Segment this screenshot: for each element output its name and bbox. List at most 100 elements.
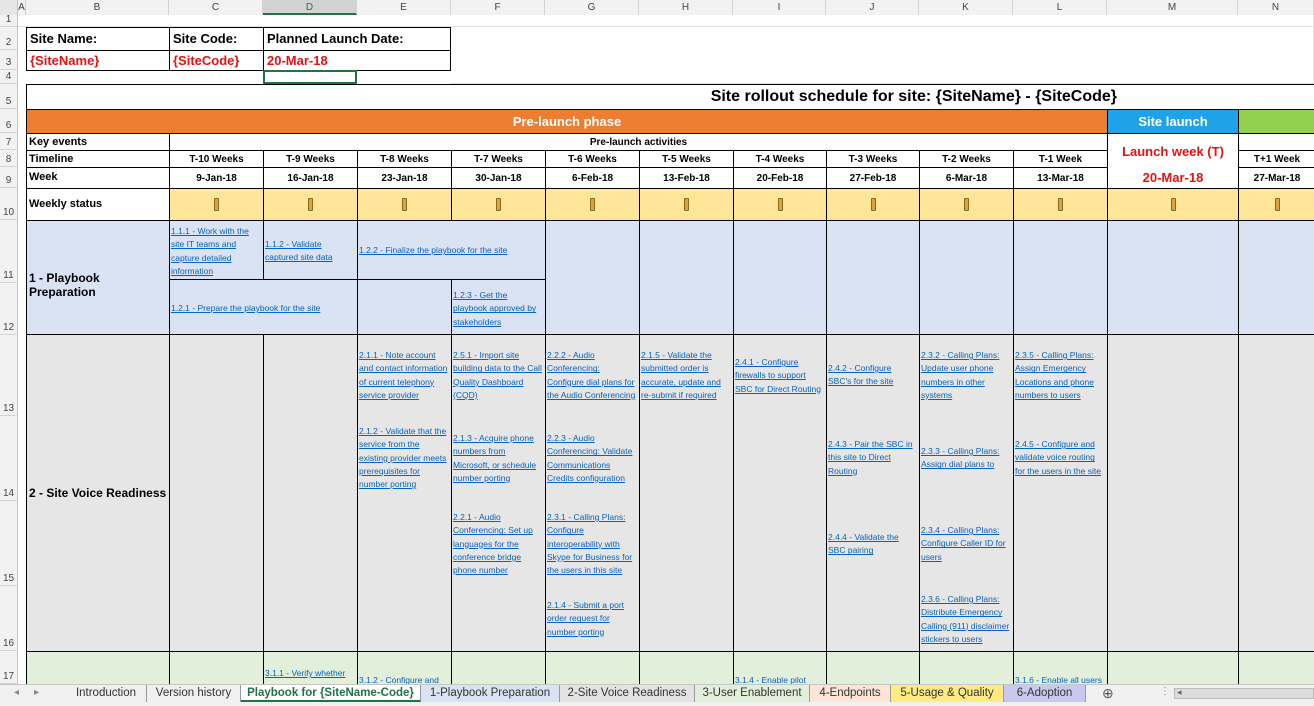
launch-date-value[interactable]: 20-Mar-18: [263, 50, 451, 71]
task-1-1-2-link[interactable]: 1.1.2 - Validate captured site data: [264, 238, 356, 268]
status-cell[interactable]: [826, 188, 920, 221]
task-2-1-1-link[interactable]: 2.1.1 - Note account and contact informa…: [358, 349, 450, 405]
column-header-n[interactable]: N: [1238, 0, 1314, 15]
task-3-1-6-link[interactable]: 3.1.6 - Enable all users: [1014, 674, 1106, 684]
column-header-l[interactable]: L: [1013, 0, 1107, 15]
week-date: 27-Feb-18: [826, 167, 920, 189]
task-1-2-2-link[interactable]: 1.2.2 - Finalize the playbook for the si…: [358, 244, 544, 260]
task-1-1-1-link[interactable]: 1.1.1 - Work with the site IT teams and …: [170, 225, 262, 279]
tab-endpoints[interactable]: 4-Endpoints: [810, 685, 891, 702]
task-2-3-6-link[interactable]: 2.3.6 - Calling Plans: Distribute Emerge…: [920, 593, 1012, 649]
status-cell[interactable]: [451, 188, 546, 221]
task-2-4-1-link[interactable]: 2.4.1 - Configure firewalls to support S…: [734, 356, 825, 400]
divider: [1107, 651, 1108, 685]
column-header-f[interactable]: F: [451, 0, 545, 15]
select-all-corner[interactable]: [0, 0, 18, 15]
status-cell[interactable]: [639, 188, 734, 221]
tab-version-history[interactable]: Version history: [147, 685, 241, 702]
status-cell[interactable]: [357, 188, 452, 221]
column-header-g[interactable]: G: [545, 0, 639, 15]
task-2-4-5-link[interactable]: 2.4.5 - Configure and validate voice rou…: [1014, 438, 1106, 482]
row-header-4[interactable]: 4: [0, 70, 18, 84]
tab-site-voice-readiness[interactable]: 2-Site Voice Readiness: [560, 685, 695, 702]
row-header-13[interactable]: 13: [0, 335, 18, 416]
row-header-9[interactable]: 9: [0, 167, 18, 188]
task-2-3-3-link[interactable]: 2.3.3 - Calling Plans: Assign dial plans…: [920, 445, 1012, 475]
status-cell[interactable]: [733, 188, 827, 221]
task-2-4-4-link[interactable]: 2.4.4 - Validate the SBC pairing: [827, 531, 918, 561]
tab-adoption[interactable]: 6-Adoption: [1004, 685, 1086, 702]
active-cell-d4[interactable]: [263, 70, 357, 84]
row-header-11[interactable]: 11: [0, 220, 18, 283]
column-header-i[interactable]: I: [733, 0, 826, 15]
row-header-7[interactable]: 7: [0, 133, 18, 150]
launch-week-cell: Launch week (T) 20-Mar-18: [1107, 133, 1239, 189]
divider: [1238, 651, 1239, 685]
task-2-2-2-link[interactable]: 2.2.2 - Audio Conferencing: Configure di…: [546, 349, 638, 405]
column-header-b[interactable]: B: [26, 0, 169, 15]
task-2-3-1-link[interactable]: 2.3.1 - Calling Plans: Configure interop…: [546, 511, 638, 581]
tab-scroll-left-icon[interactable]: ◂: [14, 687, 19, 698]
status-cell[interactable]: [1013, 188, 1108, 221]
task-2-3-5-link[interactable]: 2.3.5 - Calling Plans: Assign Emergency …: [1014, 349, 1106, 405]
task-2-1-4-link[interactable]: 2.1.4 - Submit a port order request for …: [546, 599, 638, 643]
row-header-1[interactable]: 1: [0, 14, 18, 27]
horizontal-scrollbar[interactable]: ◂: [1174, 687, 1314, 699]
site-name-label: Site Name:: [26, 27, 170, 51]
task-1-2-1-link[interactable]: 1.2.1 - Prepare the playbook for the sit…: [170, 302, 356, 318]
row-header-15[interactable]: 15: [0, 501, 18, 586]
task-2-1-5-link[interactable]: 2.1.5 - Validate the submitted order is …: [640, 349, 732, 405]
task-3-1-1-link[interactable]: 3.1.1 - Verify whether: [264, 667, 356, 683]
tab-playbook-site[interactable]: Playbook for {SiteName-Code}: [241, 685, 421, 702]
row-header-2[interactable]: 2: [0, 27, 18, 50]
task-2-1-2-link[interactable]: 2.1.2 - Validate that the service from t…: [358, 425, 450, 495]
row-header-17[interactable]: 17: [0, 651, 18, 684]
task-2-2-1-link[interactable]: 2.2.1 - Audio Conferencing: Set up langu…: [452, 511, 544, 581]
divider: [826, 651, 827, 685]
column-header-c[interactable]: C: [169, 0, 263, 15]
post-key-events-blank: [1238, 133, 1314, 151]
task-2-2-3-link[interactable]: 2.2.3 - Audio Conferencing: Validate Com…: [546, 432, 638, 488]
task-2-3-2-link[interactable]: 2.3.2 - Calling Plans: Update user phone…: [920, 349, 1012, 405]
row-header-6[interactable]: 6: [0, 109, 18, 133]
status-cell[interactable]: [1107, 188, 1239, 221]
task-2-5-1-link[interactable]: 2.5.1 - Import site building data to the…: [452, 349, 544, 405]
task-1-2-3-link[interactable]: 1.2.3 - Get the playbook approved by sta…: [452, 289, 544, 331]
tab-usage-quality[interactable]: 5-Usage & Quality: [891, 685, 1004, 702]
tab-playbook-preparation[interactable]: 1-Playbook Preparation: [421, 685, 560, 702]
task-2-4-3-link[interactable]: 2.4.3 - Pair the SBC in this site to Dir…: [827, 438, 918, 482]
column-header-d[interactable]: D: [263, 0, 357, 15]
task-3-1-2-link[interactable]: 3.1.2 - Configure and: [358, 674, 450, 684]
tab-user-enablement[interactable]: 3-User Enablement: [695, 685, 810, 702]
add-sheet-icon[interactable]: ⊕: [1102, 685, 1114, 702]
column-header-m[interactable]: M: [1107, 0, 1238, 15]
task-2-4-2-link[interactable]: 2.4.2 - Configure SBC's for the site: [827, 362, 918, 392]
row-header-10[interactable]: 10: [0, 188, 18, 220]
tab-split-handle-icon[interactable]: ⋮: [1160, 686, 1170, 697]
row-header-5[interactable]: 5: [0, 84, 18, 109]
status-cell[interactable]: [545, 188, 640, 221]
column-header-k[interactable]: K: [919, 0, 1013, 15]
site-name-value[interactable]: {SiteName}: [26, 50, 170, 71]
task-2-3-4-link[interactable]: 2.3.4 - Calling Plans: Configure Caller …: [920, 524, 1012, 568]
tab-introduction[interactable]: Introduction: [66, 685, 147, 702]
column-header-a[interactable]: A: [18, 0, 26, 15]
weekly-status-label: Weekly status: [26, 188, 170, 221]
column-header-h[interactable]: H: [639, 0, 733, 15]
row-header-12[interactable]: 12: [0, 283, 18, 335]
row-header-16[interactable]: 16: [0, 586, 18, 651]
tab-scroll-right-icon[interactable]: ▸: [34, 687, 39, 698]
status-cell[interactable]: [263, 188, 358, 221]
row-header-14[interactable]: 14: [0, 416, 18, 501]
row-header-8[interactable]: 8: [0, 150, 18, 167]
status-cell[interactable]: [1238, 188, 1314, 221]
task-3-1-4-link[interactable]: 3.1.4 - Enable pilot users: [734, 674, 825, 684]
column-header-j[interactable]: J: [826, 0, 919, 15]
site-code-value[interactable]: {SiteCode}: [169, 50, 264, 71]
task-2-1-3-link[interactable]: 2.1.3 - Acquire phone numbers from Micro…: [452, 432, 544, 488]
column-header-e[interactable]: E: [357, 0, 451, 15]
status-cell[interactable]: [919, 188, 1014, 221]
status-cell[interactable]: [169, 188, 264, 221]
scroll-left-arrow-icon[interactable]: ◂: [1177, 687, 1182, 698]
row-header-3[interactable]: 3: [0, 50, 18, 70]
